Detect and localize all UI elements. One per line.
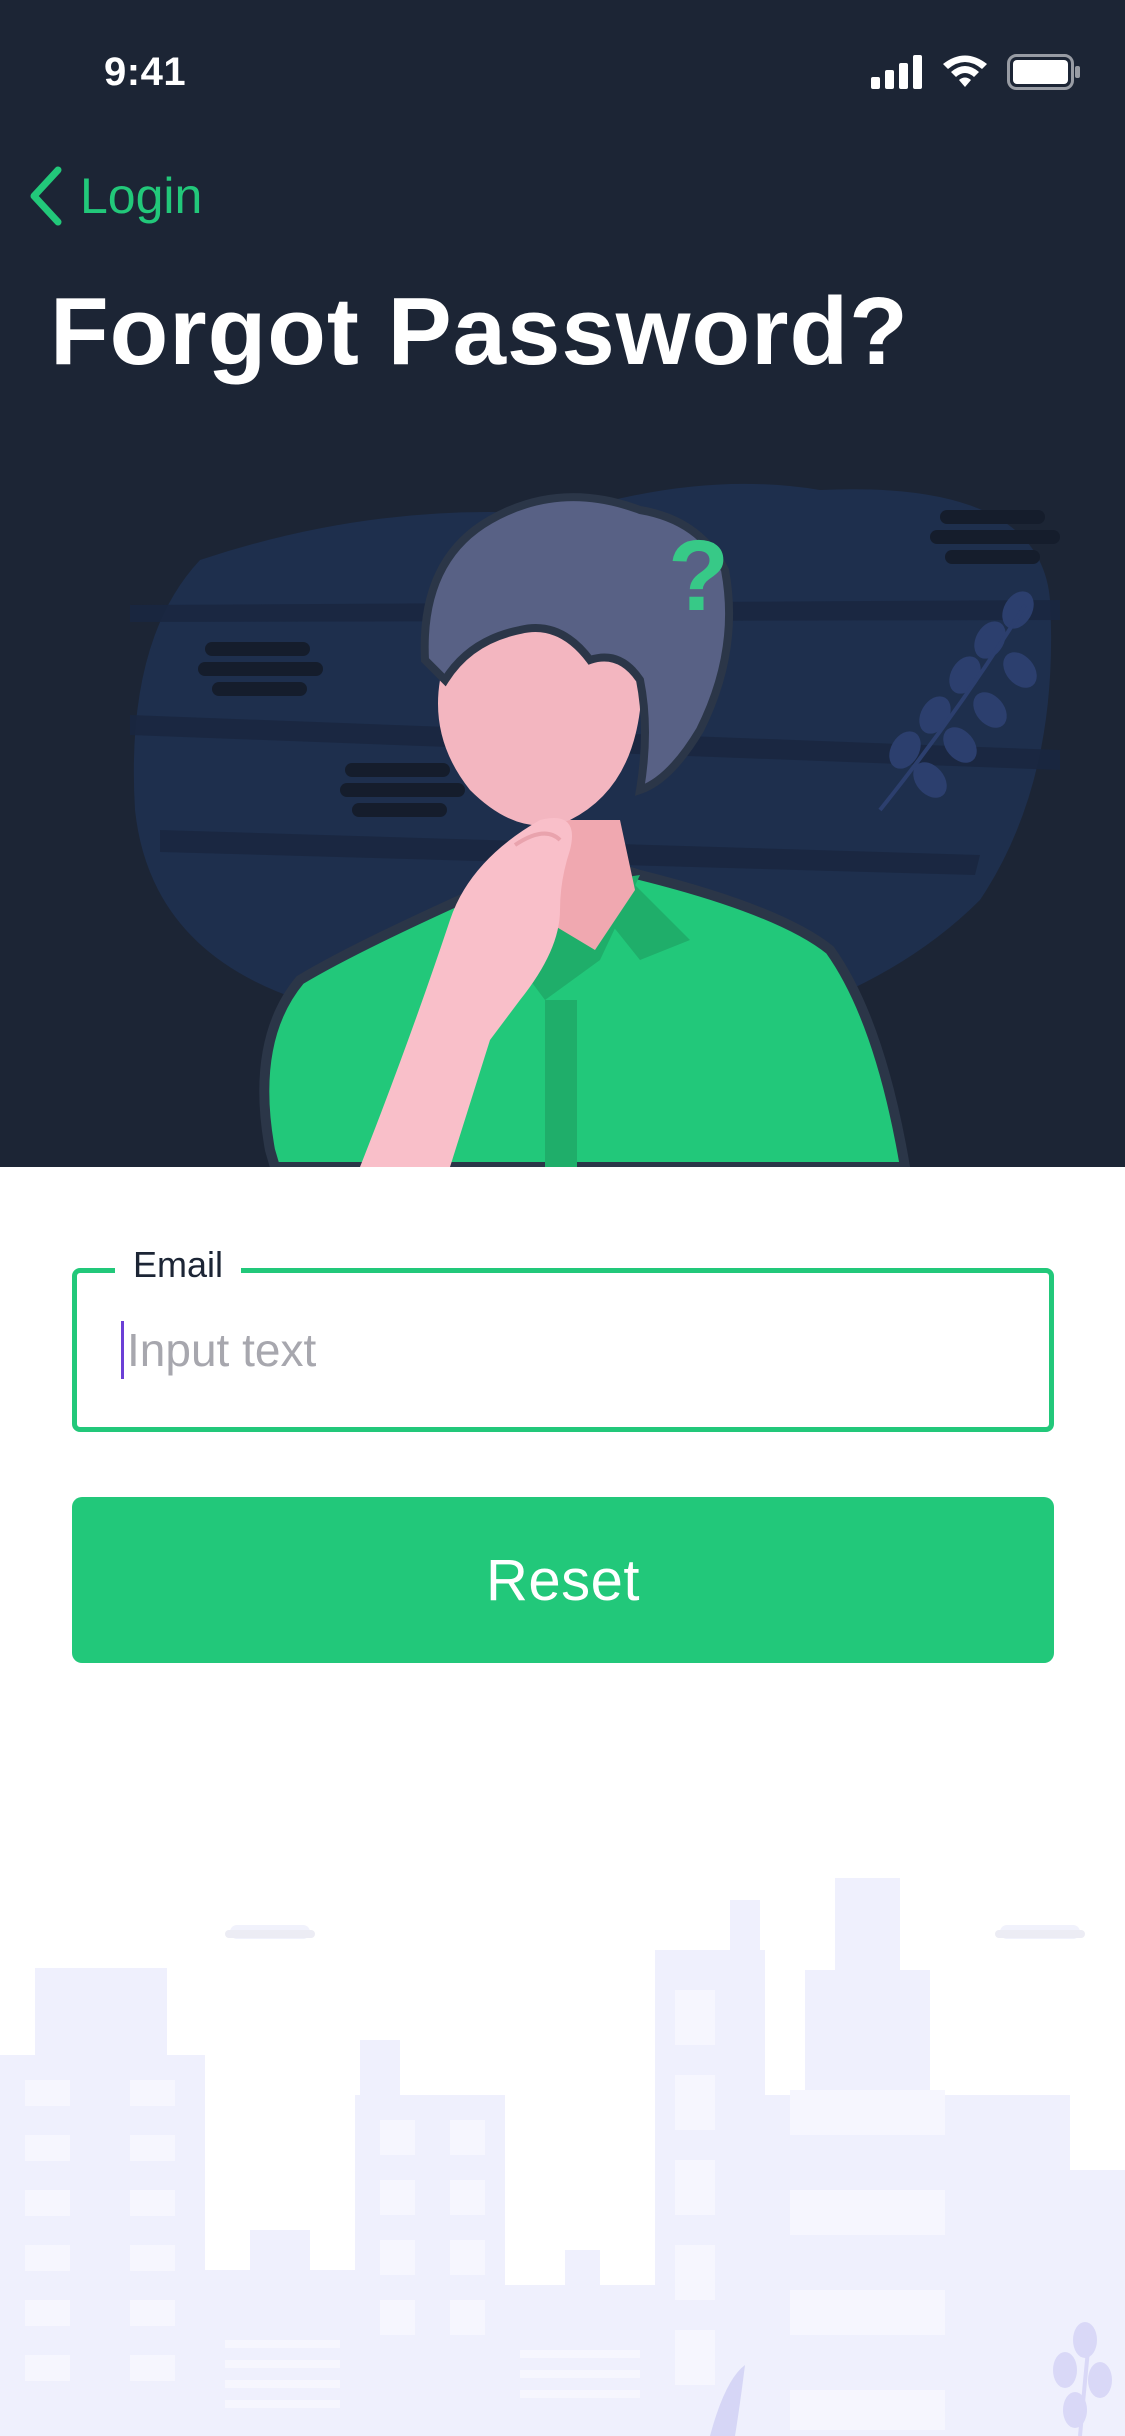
- battery-icon: [1007, 54, 1080, 90]
- header: 9:41 Login Forgot Password? ?: [0, 0, 1125, 1167]
- status-time: 9:41: [104, 50, 187, 94]
- reset-label: Reset: [485, 1547, 640, 1613]
- email-label: Email: [115, 1243, 242, 1287]
- signal-icon: [871, 55, 922, 89]
- thinking-person-illustration: ?: [130, 483, 1060, 1167]
- back-button[interactable]: Login: [26, 164, 202, 228]
- email-field[interactable]: Email: [72, 1243, 1054, 1432]
- email-input[interactable]: [117, 1315, 1017, 1385]
- question-mark-icon: ?: [668, 520, 729, 632]
- page-title: Forgot Password?: [50, 278, 909, 385]
- reset-button[interactable]: Reset: [72, 1497, 1054, 1663]
- status-icons: [871, 52, 1081, 92]
- chevron-left-icon: [30, 166, 62, 226]
- city-skyline-illustration: [0, 1878, 1125, 2436]
- back-label: Login: [80, 168, 203, 224]
- forgot-password-screen: 9:41 Login Forgot Password? ? Email Inpu…: [0, 0, 1125, 2436]
- wifi-icon: [943, 55, 987, 87]
